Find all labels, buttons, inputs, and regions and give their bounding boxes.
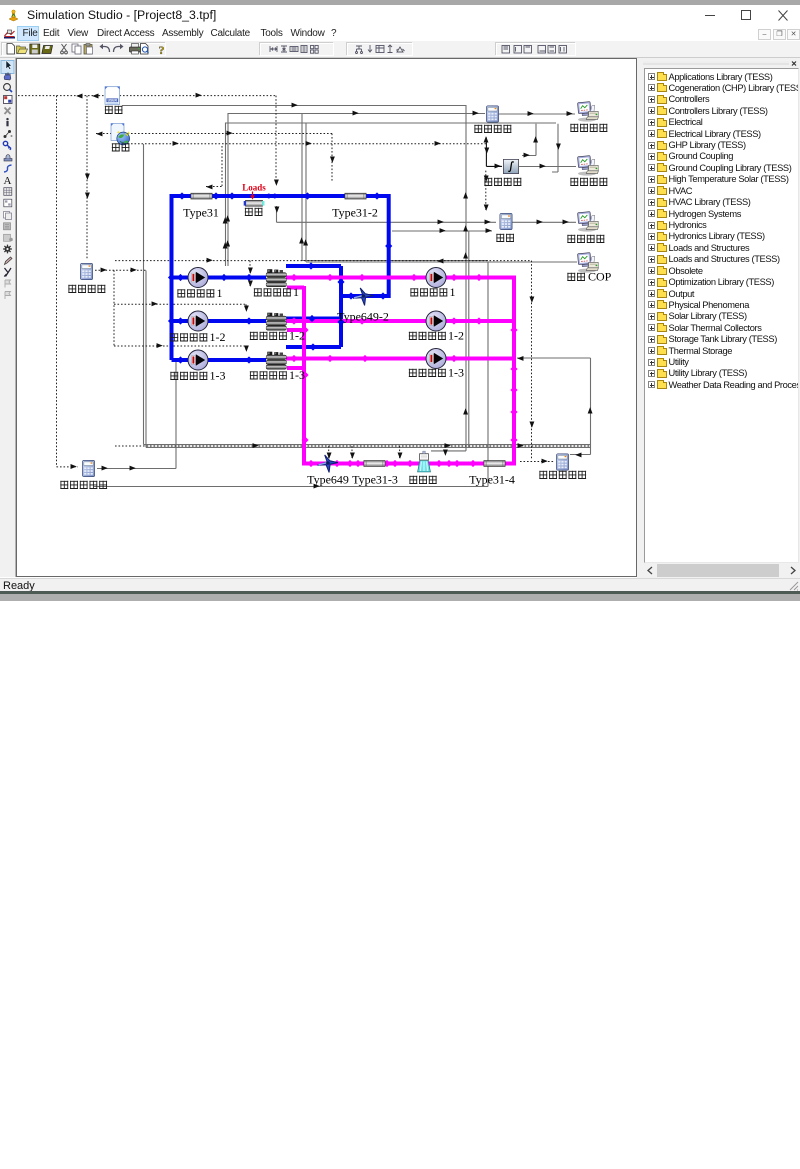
svg-text:1-2: 1-2 <box>448 329 464 343</box>
svg-text:1-3: 1-3 <box>210 369 226 383</box>
svg-text:1-2: 1-2 <box>289 329 305 343</box>
svg-text:Type31-2: Type31-2 <box>332 206 378 220</box>
svg-text:Loads: Loads <box>242 183 266 193</box>
svg-text:Type31: Type31 <box>183 206 219 220</box>
svg-text:Type649-2: Type649-2 <box>337 310 389 324</box>
svg-text:1: 1 <box>217 286 223 300</box>
svg-text:A: A <box>4 175 12 187</box>
svg-text:1-2: 1-2 <box>210 330 226 344</box>
svg-text:?: ? <box>159 43 165 57</box>
svg-text:Type31-4: Type31-4 <box>469 473 515 487</box>
svg-text:1: 1 <box>450 285 456 299</box>
svg-text:Type31-3: Type31-3 <box>352 473 398 487</box>
svg-text:Type649: Type649 <box>307 473 349 487</box>
svg-text:1-3: 1-3 <box>289 368 305 382</box>
svg-text:1: 1 <box>293 285 299 299</box>
svg-text:1-3: 1-3 <box>448 366 464 380</box>
svg-text:COP: COP <box>588 270 612 284</box>
